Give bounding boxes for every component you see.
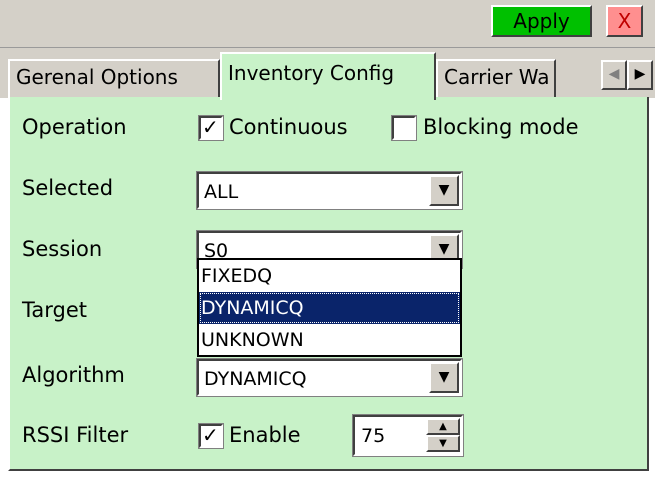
dropdown-option-unknown[interactable]: UNKNOWN <box>199 324 460 356</box>
target-label: Target <box>22 298 87 322</box>
tab-general-options[interactable]: Gerenal Options <box>8 59 220 98</box>
spin-down-icon[interactable]: ▼ <box>426 435 460 452</box>
close-button[interactable]: X <box>606 5 643 37</box>
algorithm-dropdown-list: FIXEDQ DYNAMICQ UNKNOWN <box>197 258 462 357</box>
apply-button[interactable]: Apply <box>491 5 592 37</box>
algorithm-label: Algorithm <box>22 363 125 387</box>
tab-strip: Gerenal Options Inventory Config Carrier… <box>0 48 655 100</box>
continuous-label: Continuous <box>229 115 348 139</box>
check-icon: ✓ <box>202 423 219 447</box>
rssi-value-stepper[interactable]: 75 ▲ ▼ <box>352 414 464 457</box>
blocking-mode-checkbox[interactable] <box>391 115 417 141</box>
session-label: Session <box>22 237 103 261</box>
operation-label: Operation <box>22 115 127 139</box>
rssi-enable-checkbox[interactable]: ✓ <box>198 423 224 449</box>
tab-scroll-left-icon[interactable]: ◀ <box>601 60 627 90</box>
chevron-down-icon[interactable]: ▼ <box>429 175 459 206</box>
selected-value: ALL <box>204 181 239 203</box>
blocking-mode-label: Blocking mode <box>423 115 579 139</box>
selected-select[interactable]: ALL ▼ <box>196 171 463 210</box>
continuous-checkbox[interactable]: ✓ <box>198 115 224 141</box>
selected-label: Selected <box>22 176 114 200</box>
rssi-filter-label: RSSI Filter <box>22 423 129 447</box>
tab-carrier-wave[interactable]: Carrier Wa <box>436 59 556 98</box>
tab-scroll-right-icon[interactable]: ▶ <box>627 60 653 90</box>
rssi-enable-label: Enable <box>229 423 301 447</box>
dropdown-option-dynamicq[interactable]: DYNAMICQ <box>199 292 460 324</box>
dropdown-option-fixedq[interactable]: FIXEDQ <box>199 260 460 292</box>
spin-up-icon[interactable]: ▲ <box>426 418 460 435</box>
chevron-down-icon[interactable]: ▼ <box>429 362 459 393</box>
algorithm-value: DYNAMICQ <box>204 368 307 390</box>
algorithm-select[interactable]: DYNAMICQ ▼ <box>196 358 463 397</box>
rssi-value: 75 <box>361 425 386 447</box>
check-icon: ✓ <box>202 115 219 139</box>
tab-inventory-config[interactable]: Inventory Config <box>220 52 436 100</box>
title-bar: Apply X <box>0 0 655 48</box>
